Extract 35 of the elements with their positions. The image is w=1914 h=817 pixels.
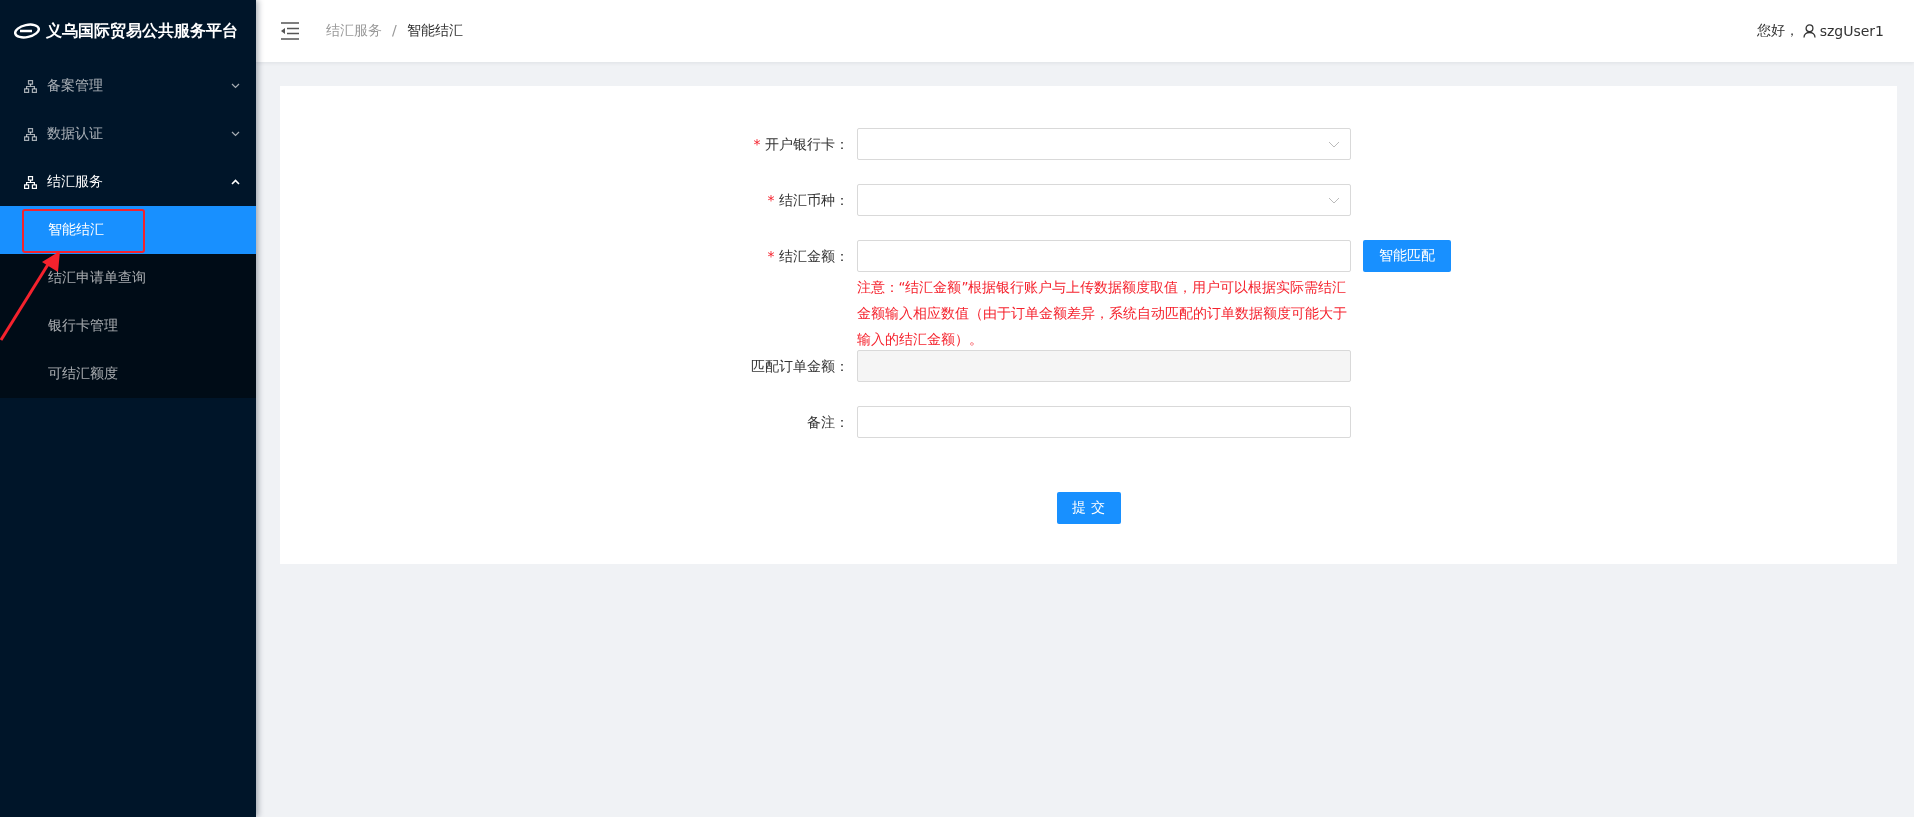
chevron-down-icon: [1327, 140, 1340, 148]
sidebar-menu-item[interactable]: 结汇服务: [0, 158, 256, 206]
breadcrumb-current: 智能结汇: [406, 22, 463, 40]
field-label: 匹配订单金额：: [750, 357, 849, 376]
field-label: 结汇币种：: [778, 191, 849, 210]
input-field[interactable]: [856, 406, 1351, 438]
caret-down-icon: [231, 83, 240, 89]
breadcrumb-separator: /: [392, 22, 397, 40]
app-logo-title: 义乌国际贸易公共服务平台: [46, 20, 238, 42]
caret-down-icon: [231, 131, 240, 137]
field-label: 结汇金额：: [778, 247, 849, 266]
required-mark: *: [767, 191, 775, 210]
sidebar-menu-item[interactable]: 备案管理: [0, 62, 256, 110]
select-field[interactable]: [856, 128, 1351, 160]
username[interactable]: szgUser1: [1819, 23, 1884, 39]
sitemap-icon: [24, 127, 37, 141]
required-mark: *: [753, 135, 761, 154]
field-label: 开户银行卡：: [764, 135, 849, 154]
required-mark: *: [767, 247, 775, 266]
caret-up-icon: [231, 179, 240, 185]
field-note: 注意：“结汇金额”根据银行账户与上传数据额度取值，用户可以根据实际需结汇金额输入相应数值（由于订单金额差异，系统自动匹配的订单数据额度可能大于输入的结汇金额）。: [856, 278, 1348, 349]
sidebar-submenu-item[interactable]: 结汇申请单查询: [0, 254, 256, 302]
sitemap-icon: [24, 175, 37, 189]
greeting-text: 您好，: [1756, 22, 1799, 40]
logo-icon: [14, 23, 40, 39]
chevron-down-icon: [1327, 196, 1340, 204]
field-label: 备注：: [806, 413, 849, 432]
select-field[interactable]: [856, 184, 1351, 216]
user-icon: [1802, 24, 1816, 38]
menu-fold-icon[interactable]: [280, 22, 300, 40]
input-field[interactable]: [856, 240, 1351, 272]
sidebar-menu-item[interactable]: 数据认证: [0, 110, 256, 158]
sidebar-submenu-item[interactable]: 银行卡管理: [0, 302, 256, 350]
sitemap-icon: [24, 79, 37, 93]
sidebar-submenu-item[interactable]: 可结汇额度: [0, 350, 256, 398]
